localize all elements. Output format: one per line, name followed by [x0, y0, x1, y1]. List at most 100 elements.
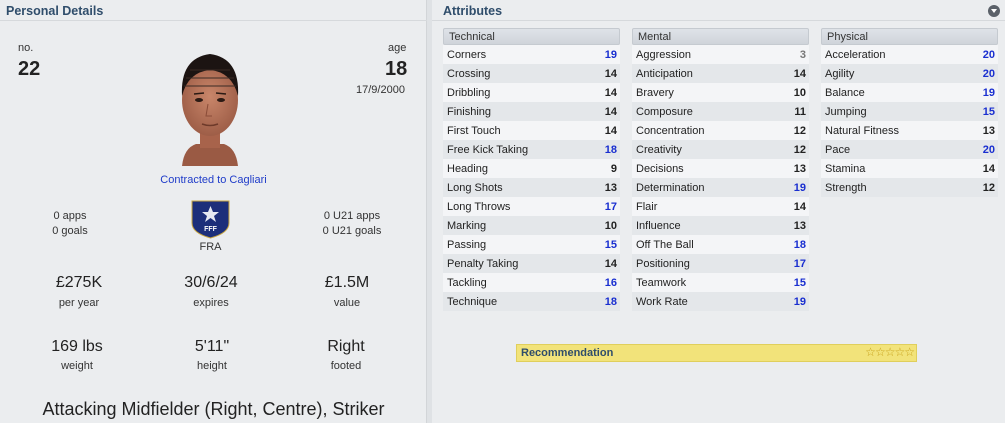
attribute-row[interactable]: Passing 15	[443, 235, 620, 254]
attribute-row[interactable]: First Touch 14	[443, 121, 620, 140]
attribute-value: 18	[604, 143, 617, 156]
title-divider	[0, 20, 427, 21]
attribute-row[interactable]: Long Shots 13	[443, 178, 620, 197]
player-positions: Attacking Midfielder (Right, Centre), St…	[42, 399, 385, 419]
attribute-label: Anticipation	[636, 67, 693, 80]
attribute-row[interactable]: Long Throws 17	[443, 197, 620, 216]
technical-attribute-list: Corners 19 Crossing 14 Dribbling 14 Finishing 1…	[443, 45, 620, 311]
attribute-label: Positioning	[636, 257, 690, 270]
attribute-row[interactable]: Jumping 15	[821, 102, 998, 121]
attribute-value: 14	[604, 124, 617, 137]
attribute-row[interactable]: Finishing 14	[443, 102, 620, 121]
attribute-label: Pace	[825, 143, 851, 156]
attribute-row[interactable]: Creativity 12	[632, 140, 809, 159]
attribute-row[interactable]: Decisions 13	[632, 159, 809, 178]
attribute-label: Strength	[825, 181, 867, 194]
attribute-label: Natural Fitness	[825, 124, 899, 137]
attribute-row[interactable]: Acceleration 20	[821, 45, 998, 64]
attribute-value: 15	[604, 238, 617, 251]
attribute-label: Long Shots	[447, 181, 503, 194]
attribute-label: Aggression	[636, 48, 692, 61]
attribute-value: 18	[793, 238, 806, 251]
attribute-row[interactable]: Anticipation 14	[632, 64, 809, 83]
squad-number-label: no.	[18, 42, 34, 54]
column-header-mental[interactable]: Mental	[632, 28, 809, 45]
attribute-row[interactable]: Technique 18	[443, 292, 620, 311]
attribute-label: Influence	[636, 219, 681, 232]
squad-number-value: 22	[18, 58, 41, 80]
age-label: age	[388, 42, 407, 54]
attribute-row[interactable]: Marking 10	[443, 216, 620, 235]
attribute-label: Concentration	[636, 124, 705, 137]
attribute-row[interactable]: Influence 13	[632, 216, 809, 235]
chevron-down-circle-icon[interactable]	[988, 5, 1000, 17]
attribute-label: Teamwork	[636, 276, 687, 289]
attribute-row[interactable]: Natural Fitness 13	[821, 121, 998, 140]
attribute-value: 13	[604, 181, 617, 194]
attribute-label: Creativity	[636, 143, 682, 156]
physical-attributes-column: Physical Acceleration 20 Agility 20 Balance 1…	[821, 28, 998, 197]
attribute-label: Tackling	[447, 276, 487, 289]
attribute-row[interactable]: Flair 14	[632, 197, 809, 216]
attribute-value: 15	[982, 105, 995, 118]
star-icon: ☆	[904, 345, 915, 359]
attribute-row[interactable]: Stamina 14	[821, 159, 998, 178]
attribute-row[interactable]: Strength 12	[821, 178, 998, 197]
attribute-value: 16	[604, 276, 617, 289]
attribute-value: 13	[793, 162, 806, 175]
attribute-label: Decisions	[636, 162, 684, 175]
attribute-row[interactable]: Concentration 12	[632, 121, 809, 140]
attribute-value: 20	[982, 143, 995, 156]
nationality-label[interactable]: FRA	[190, 241, 231, 253]
date-of-birth: 17/9/2000	[356, 84, 405, 96]
attribute-value: 20	[982, 67, 995, 80]
attribute-value: 19	[793, 295, 806, 308]
contract-link[interactable]: Contracted to Cagliari	[0, 174, 427, 186]
title-divider	[432, 20, 1005, 21]
attribute-value: 14	[793, 67, 806, 80]
attribute-row[interactable]: Teamwork 15	[632, 273, 809, 292]
attribute-row[interactable]: Free Kick Taking 18	[443, 140, 620, 159]
attribute-row[interactable]: Dribbling 14	[443, 83, 620, 102]
attributes-panel: Attributes Technical Corners 19 Crossing 14…	[432, 0, 1005, 423]
attribute-row[interactable]: Pace 20	[821, 140, 998, 159]
attribute-row[interactable]: Work Rate 19	[632, 292, 809, 311]
attribute-value: 19	[793, 181, 806, 194]
attribute-row[interactable]: Balance 19	[821, 83, 998, 102]
attribute-value: 14	[982, 162, 995, 175]
france-crest-icon[interactable]: FFF	[190, 199, 231, 239]
attribute-row[interactable]: Composure 11	[632, 102, 809, 121]
attribute-label: Work Rate	[636, 295, 688, 308]
attribute-value: 9	[610, 162, 617, 175]
attribute-label: Long Throws	[447, 200, 511, 213]
attribute-value: 14	[604, 105, 617, 118]
attribute-row[interactable]: Aggression 3	[632, 45, 809, 64]
attribute-row[interactable]: Agility 20	[821, 64, 998, 83]
technical-attributes-column: Technical Corners 19 Crossing 14 Dribbling 14…	[443, 28, 620, 311]
height-value: 5'11"	[194, 338, 230, 355]
attribute-row[interactable]: Determination 19	[632, 178, 809, 197]
star-icon: ☆	[894, 345, 905, 359]
attribute-row[interactable]: Heading 9	[443, 159, 620, 178]
recommendation-bar[interactable]: Recommendation ☆☆☆☆☆	[516, 344, 917, 362]
attribute-value: 12	[793, 143, 806, 156]
attribute-label: Technique	[447, 295, 498, 308]
attribute-row[interactable]: Positioning 17	[632, 254, 809, 273]
attribute-value: 12	[793, 124, 806, 137]
attribute-row[interactable]: Corners 19	[443, 45, 620, 64]
attribute-row[interactable]: Tackling 16	[443, 273, 620, 292]
column-header-technical[interactable]: Technical	[443, 28, 620, 45]
star-rating: ☆☆☆☆☆	[865, 345, 915, 359]
personal-details-title: Personal Details	[6, 4, 104, 18]
wage-value: £275K	[55, 274, 103, 291]
attribute-value: 14	[604, 86, 617, 99]
attribute-row[interactable]: Bravery 10	[632, 83, 809, 102]
star-icon: ☆	[865, 345, 876, 359]
attribute-row[interactable]: Off The Ball 18	[632, 235, 809, 254]
attribute-row[interactable]: Penalty Taking 14	[443, 254, 620, 273]
column-header-physical[interactable]: Physical	[821, 28, 998, 45]
attribute-label: Composure	[636, 105, 693, 118]
attribute-row[interactable]: Crossing 14	[443, 64, 620, 83]
attribute-value: 12	[982, 181, 995, 194]
attribute-label: Dribbling	[447, 86, 491, 99]
